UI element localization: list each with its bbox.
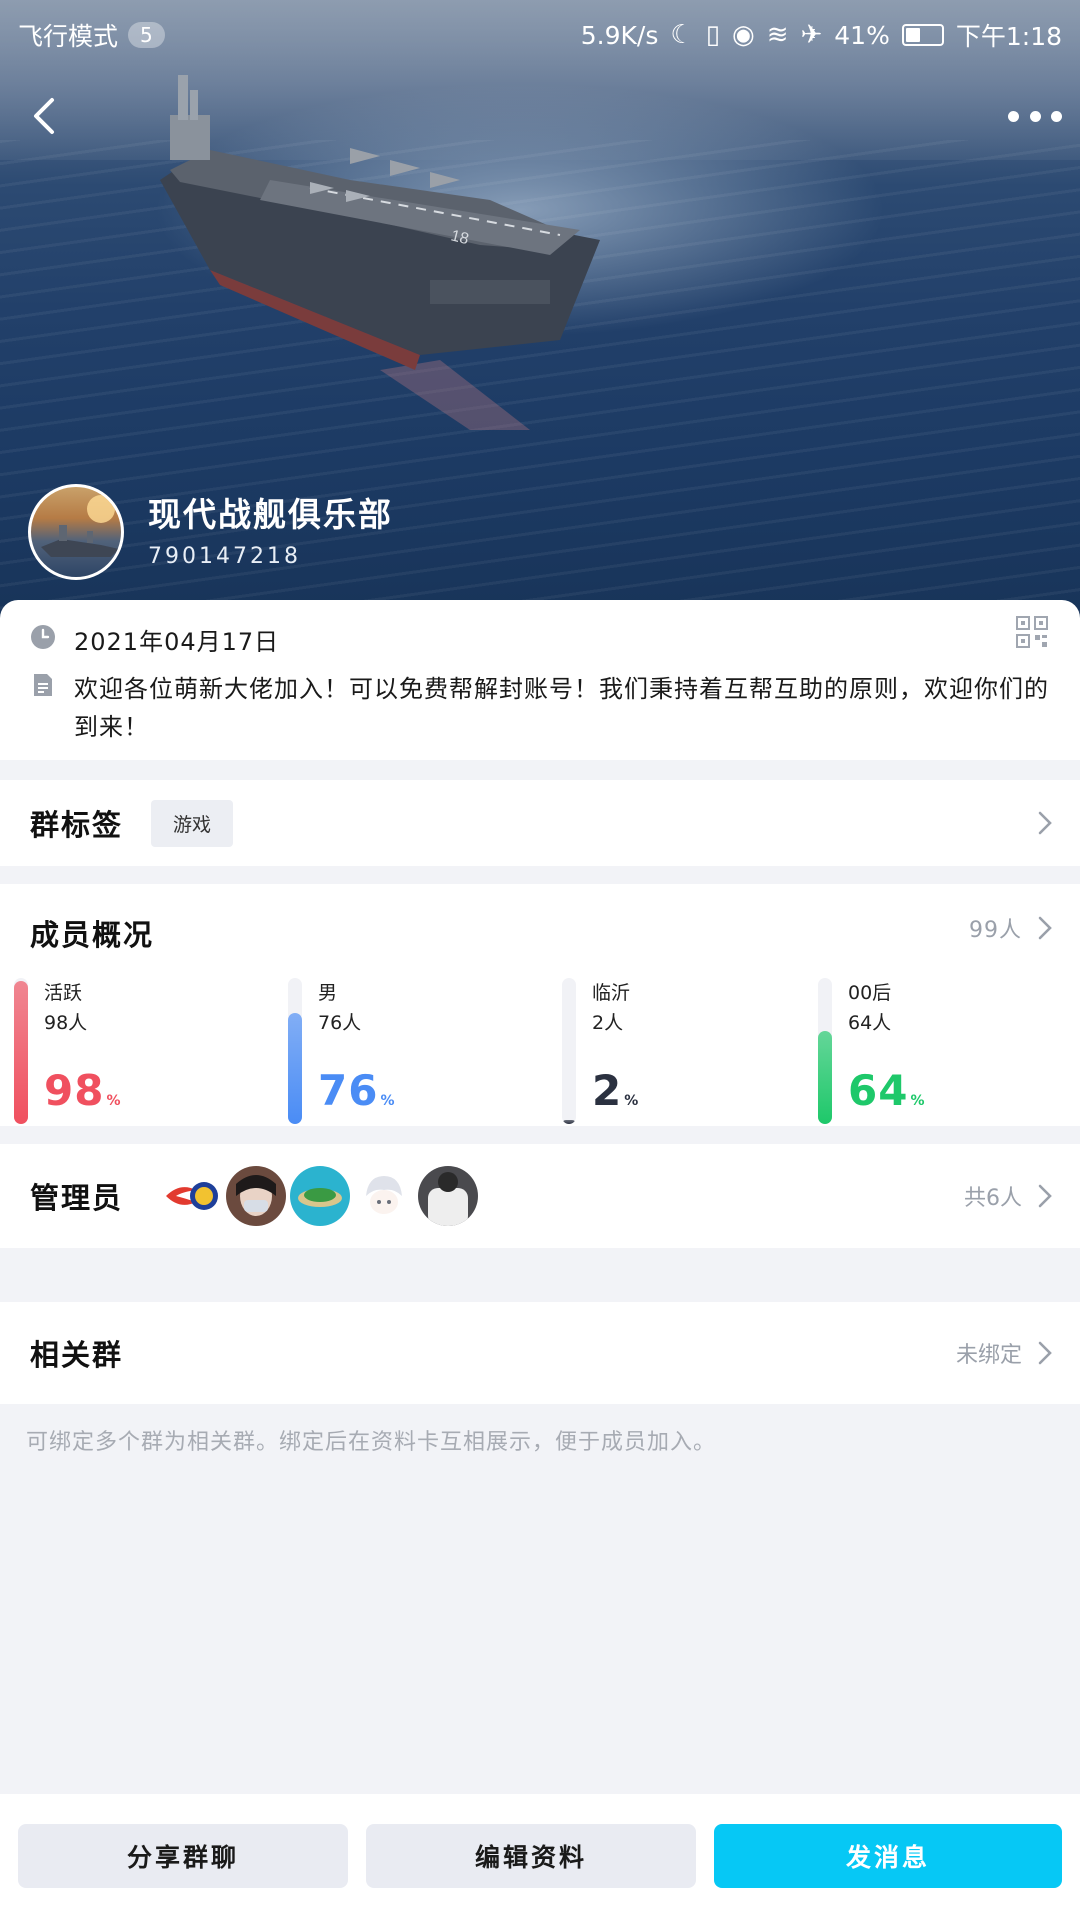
created-date-row: 2021年04月17日 (30, 622, 279, 657)
edit-profile-button[interactable]: 编辑资料 (366, 1824, 696, 1888)
stat-percent: 76 (318, 1066, 379, 1115)
qr-code-icon[interactable] (1016, 616, 1048, 648)
stat-percent: 64 (848, 1066, 909, 1115)
admins-count: 共6人 (964, 1186, 1022, 1211)
avatar[interactable] (290, 1166, 350, 1226)
chevron-right-icon (1038, 811, 1052, 835)
related-title: 相关群 (30, 1338, 124, 1372)
stat-count: 64人 (848, 1012, 892, 1034)
tags-title: 群标签 (30, 808, 124, 842)
cover-image: 18 飞行模式 5 5.9K/s ☾ ▯ ◉ ≋ ✈ 41% 下午1:18 现代… (0, 0, 1080, 620)
aircraft-carrier-image: 18 (160, 75, 600, 430)
chevron-right-icon (1038, 1184, 1052, 1208)
chevron-right-icon (1038, 1341, 1052, 1365)
stat-bar (818, 1031, 832, 1124)
admin-avatar-list (162, 1166, 478, 1226)
group-profile-screen: 18 飞行模式 5 5.9K/s ☾ ▯ ◉ ≋ ✈ 41% 下午1:18 现代… (0, 0, 1080, 1920)
clock: 下午1:18 (955, 22, 1062, 51)
related-groups-hint: 可绑定多个群为相关群。绑定后在资料卡互相展示，便于成员加入。 (26, 1430, 717, 1455)
avatar[interactable] (162, 1166, 222, 1226)
eye-icon: ◉ (732, 20, 755, 50)
stat-percent: 2 (592, 1066, 623, 1115)
share-group-button[interactable]: 分享群聊 (18, 1824, 348, 1888)
group-tags-row[interactable]: 群标签 游戏 (0, 780, 1080, 866)
send-message-button[interactable]: 发消息 (714, 1824, 1062, 1888)
stat-label: 活跃 (44, 982, 83, 1004)
related-status: 未绑定 (955, 1343, 1022, 1368)
stat-count: 98人 (44, 1012, 88, 1034)
group-intro: 欢迎各位萌新大佬加入！可以免费帮解封账号！我们秉持着互帮互助的原则，欢迎你们的到… (74, 675, 1049, 741)
stat-bar (562, 1120, 576, 1124)
avatar[interactable] (354, 1166, 414, 1226)
group-id: 790147218 (148, 544, 301, 569)
tag-chip: 游戏 (151, 799, 234, 847)
more-options-icon[interactable] (1008, 96, 1062, 136)
stat-bar (288, 1013, 302, 1124)
airplane-mode-label: 飞行模式 (18, 22, 119, 51)
bottom-action-bar: 分享群聊 编辑资料 发消息 (0, 1794, 1080, 1920)
group-name: 现代战舰俱乐部 (148, 495, 393, 534)
avatar[interactable] (418, 1166, 478, 1226)
avatar[interactable] (226, 1166, 286, 1226)
document-icon (34, 674, 52, 696)
battery-icon (901, 24, 944, 46)
stat-bar (14, 981, 28, 1124)
airplane-icon: ✈ (800, 20, 823, 50)
members-total: 99人 (969, 918, 1022, 943)
battery-percent: 41% (834, 20, 890, 50)
wifi-icon: ≋ (766, 20, 789, 50)
notification-badge: 5 (128, 22, 165, 48)
chevron-right-icon (1038, 916, 1052, 940)
stat-label: 临沂 (592, 982, 631, 1004)
clock-icon (31, 625, 55, 649)
network-speed: 5.9K/s (580, 20, 659, 50)
created-date: 2021年04月17日 (74, 628, 280, 656)
group-intro-row: 欢迎各位萌新大佬加入！可以免费帮解封账号！我们秉持着互帮互助的原则，欢迎你们的到… (30, 670, 1054, 746)
related-groups-row[interactable]: 相关群 未绑定 (0, 1302, 1080, 1404)
stat-label: 男 (318, 982, 338, 1004)
stat-count: 76人 (318, 1012, 362, 1034)
group-info-card: 2021年04月17日 欢迎各位萌新大佬加入！可以免费帮解封账号！我们秉持着互帮… (0, 600, 1080, 760)
moon-icon: ☾ (670, 20, 694, 50)
members-title: 成员概况 (30, 918, 155, 952)
status-bar: 飞行模式 5 5.9K/s ☾ ▯ ◉ ≋ ✈ 41% 下午1:18 (0, 0, 1080, 70)
stat-count: 2人 (592, 1012, 624, 1034)
admins-row[interactable]: 管理员 共6人 (0, 1144, 1080, 1248)
back-arrow-icon[interactable] (24, 92, 64, 140)
admins-title: 管理员 (30, 1181, 124, 1215)
group-avatar[interactable] (28, 484, 124, 580)
stat-label: 00后 (848, 982, 892, 1004)
vibrate-icon: ▯ (705, 20, 720, 50)
stat-percent: 98 (44, 1066, 105, 1115)
member-overview[interactable]: 成员概况 99人 活跃 98人 98% 男 76人 76% 临沂 2人 2% 0… (0, 884, 1080, 1126)
